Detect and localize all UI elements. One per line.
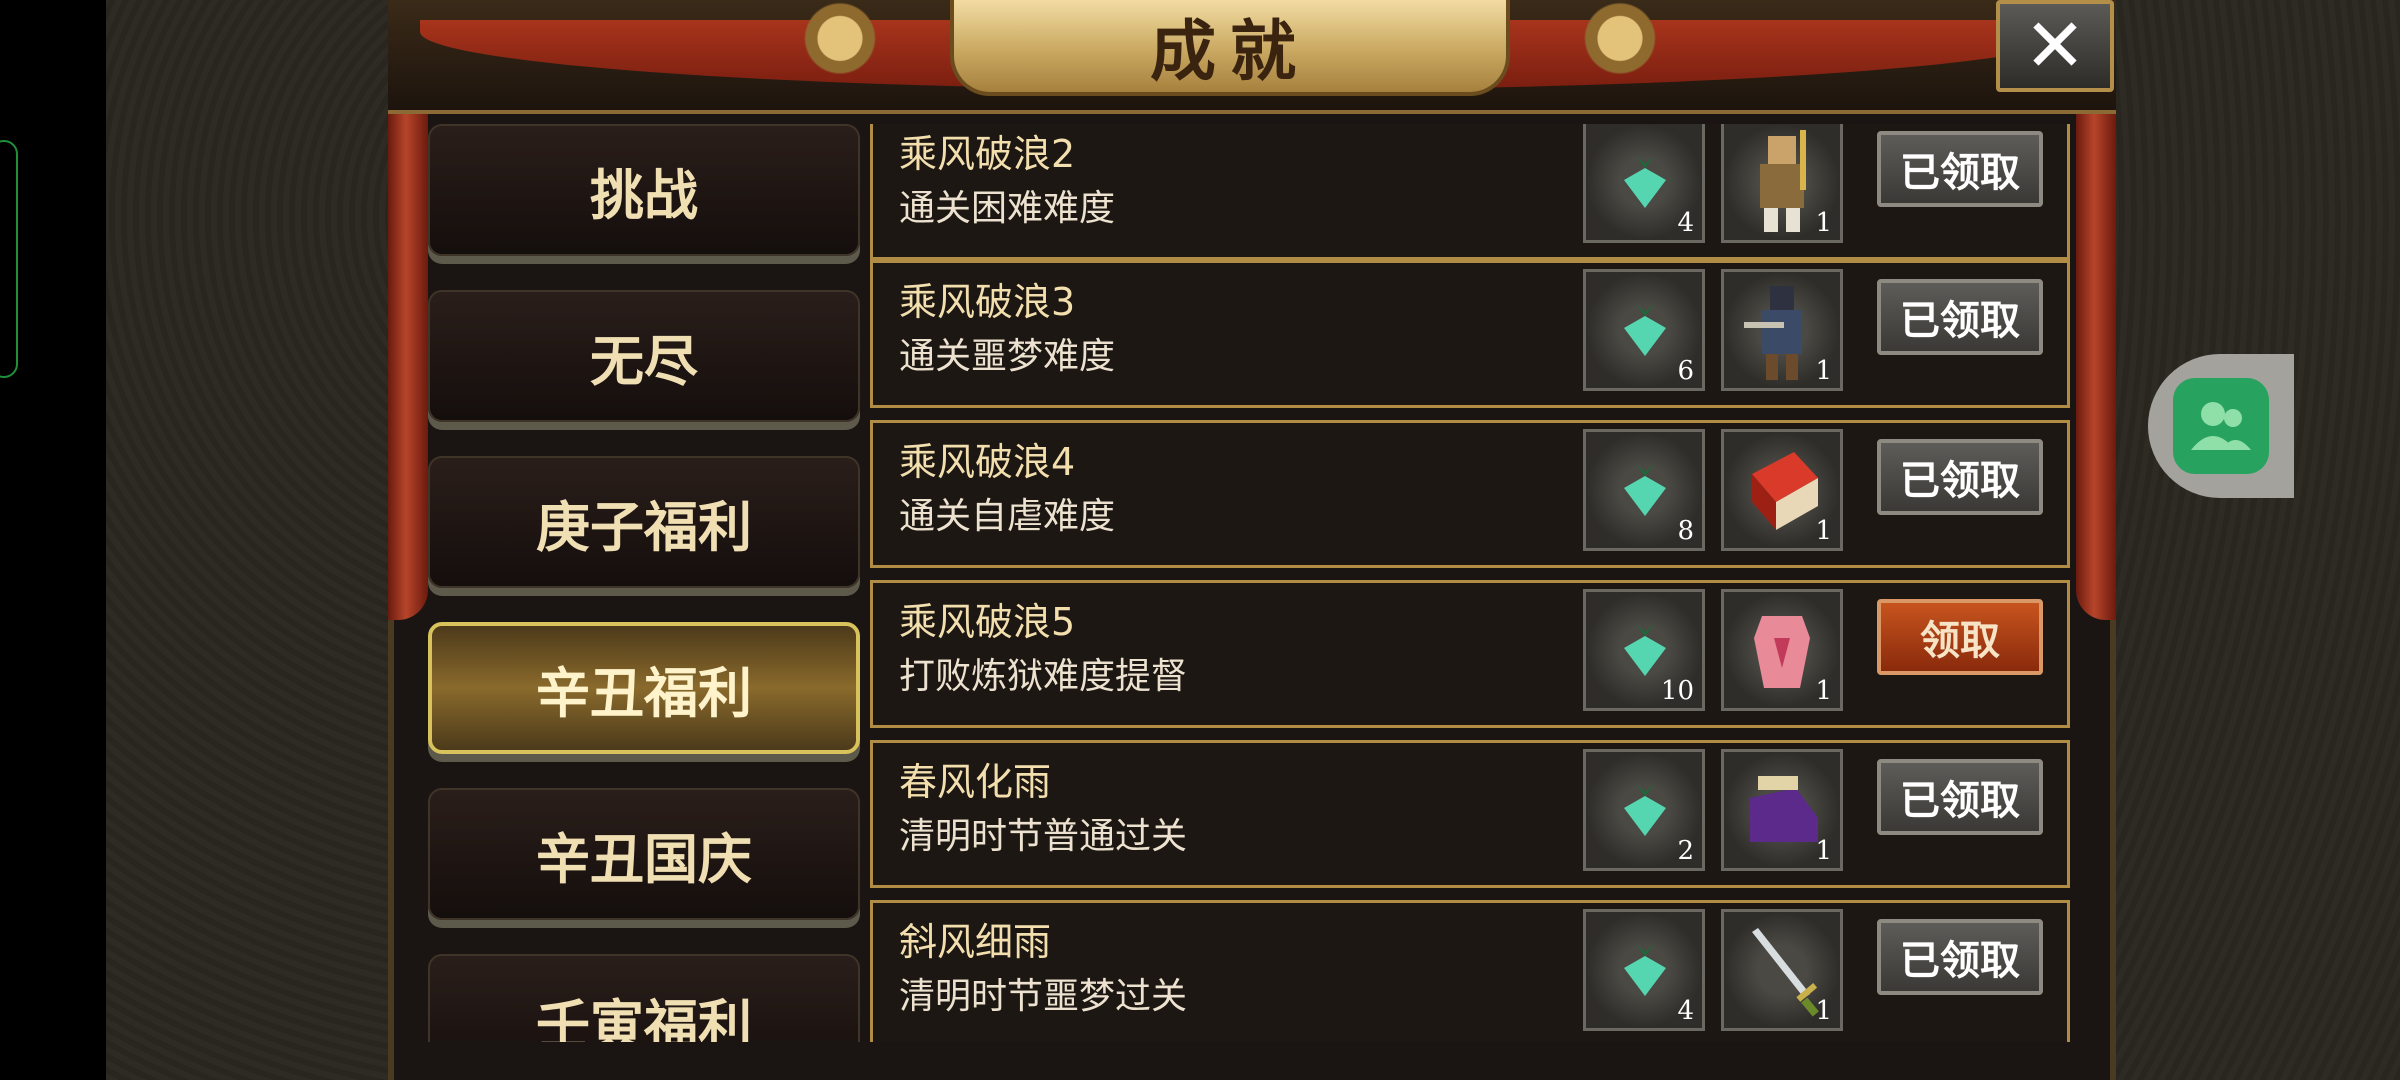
claim-button[interactable]: 领取 xyxy=(1877,599,2043,675)
menu-item-label: 挑战 xyxy=(590,163,698,227)
achievement-title: 斜风细雨 xyxy=(899,920,1052,964)
jade-gem-icon xyxy=(1624,944,1666,996)
reward-slot-jade[interactable]: 4 xyxy=(1583,124,1705,243)
reward-count: 6 xyxy=(1677,356,1694,386)
jade-gem-icon xyxy=(1624,624,1666,676)
menu-item-renyin-welfare[interactable]: 壬寅福利 xyxy=(428,954,860,1042)
achievement-description: 通关自虐难度 xyxy=(899,496,1116,537)
reward-slot-jade[interactable]: 10 xyxy=(1583,589,1705,711)
reward-count: 1 xyxy=(1815,676,1832,706)
screen-letterbox xyxy=(0,0,106,1080)
category-menu: 挑战 无尽 庚子福利 辛丑福利 辛丑国庆 壬寅福利 xyxy=(428,124,862,1042)
contacts-icon xyxy=(2173,378,2269,474)
achievement-title: 乘风破浪3 xyxy=(899,280,1076,324)
menu-item-label: 辛丑福利 xyxy=(536,661,752,725)
menu-item-challenge[interactable]: 挑战 xyxy=(428,124,860,256)
claimed-button[interactable]: 已领取 xyxy=(1877,919,2043,995)
achievement-description: 清明时节普通过关 xyxy=(899,816,1188,857)
reward-count: 1 xyxy=(1815,996,1832,1026)
right-ornament xyxy=(1560,0,1680,96)
menu-item-label: 无尽 xyxy=(590,329,698,393)
jade-gem-icon xyxy=(1624,464,1666,516)
achievement-row: 乘风破浪5 打败炼狱难度提督 10 1 领取 xyxy=(870,580,2070,728)
jade-gem-icon xyxy=(1624,784,1666,836)
reward-count: 1 xyxy=(1815,208,1832,238)
achievement-description: 通关困难难度 xyxy=(899,188,1116,229)
menu-item-gengzi-welfare[interactable]: 庚子福利 xyxy=(428,456,860,588)
achievement-list: 乘风破浪2 通关困难难度 4 1 已领取 乘风破浪3 通关噩梦难度 6 1 已领… xyxy=(868,124,2072,1042)
left-ornament xyxy=(780,0,900,96)
reward-count: 2 xyxy=(1677,836,1694,866)
achievement-title: 乘风破浪5 xyxy=(899,600,1076,644)
menu-item-label: 辛丑国庆 xyxy=(536,827,752,891)
reward-slot-jade[interactable]: 4 xyxy=(1583,909,1705,1031)
floating-assistant[interactable] xyxy=(2148,354,2294,498)
menu-item-xinchou-welfare[interactable]: 辛丑福利 xyxy=(428,622,860,754)
close-icon: ✕ xyxy=(2023,3,2086,89)
jade-gem-icon xyxy=(1624,304,1666,356)
achievement-title: 春风化雨 xyxy=(899,760,1052,804)
reward-slot-item[interactable]: 1 xyxy=(1721,269,1843,391)
reward-slot-jade[interactable]: 2 xyxy=(1583,749,1705,871)
reward-slot-jade[interactable]: 8 xyxy=(1583,429,1705,551)
achievement-description: 打败炼狱难度提督 xyxy=(899,656,1188,697)
achievement-row: 斜风细雨 清明时节噩梦过关 4 1 已领取 xyxy=(870,900,2070,1042)
claimed-button[interactable]: 已领取 xyxy=(1877,131,2043,207)
reward-slot-item[interactable]: 1 xyxy=(1721,589,1843,711)
claimed-button[interactable]: 已领取 xyxy=(1877,759,2043,835)
menu-item-xinchou-national-day[interactable]: 辛丑国庆 xyxy=(428,788,860,920)
menu-item-endless[interactable]: 无尽 xyxy=(428,290,860,422)
title-plate: 成就 xyxy=(950,0,1510,96)
edge-gesture-indicator xyxy=(0,140,18,378)
achievement-description: 清明时节噩梦过关 xyxy=(899,976,1188,1017)
close-button[interactable]: ✕ xyxy=(1996,0,2114,92)
reward-count: 1 xyxy=(1815,836,1832,866)
achievement-row: 乘风破浪2 通关困难难度 4 1 已领取 xyxy=(870,124,2070,260)
reward-slot-jade[interactable]: 6 xyxy=(1583,269,1705,391)
reward-count: 1 xyxy=(1815,356,1832,386)
page-title: 成就 xyxy=(1150,12,1310,90)
left-curtain xyxy=(388,60,428,620)
achievement-row: 乘风破浪3 通关噩梦难度 6 1 已领取 xyxy=(870,260,2070,408)
jade-gem-icon xyxy=(1624,156,1666,208)
reward-slot-item[interactable]: 1 xyxy=(1721,909,1843,1031)
claimed-button[interactable]: 已领取 xyxy=(1877,439,2043,515)
reward-count: 10 xyxy=(1660,676,1694,706)
reward-count: 4 xyxy=(1677,996,1694,1026)
right-curtain xyxy=(2076,60,2116,620)
achievement-title: 乘风破浪2 xyxy=(899,132,1076,176)
reward-slot-item[interactable]: 1 xyxy=(1721,749,1843,871)
reward-count: 8 xyxy=(1677,516,1694,546)
reward-slot-item[interactable]: 1 xyxy=(1721,429,1843,551)
achievement-title: 乘风破浪4 xyxy=(899,440,1076,484)
reward-count: 1 xyxy=(1815,516,1832,546)
achievement-description: 通关噩梦难度 xyxy=(899,336,1116,377)
reward-slot-item[interactable]: 1 xyxy=(1721,124,1843,243)
claimed-button[interactable]: 已领取 xyxy=(1877,279,2043,355)
menu-item-label: 壬寅福利 xyxy=(536,993,752,1043)
reward-count: 4 xyxy=(1677,208,1694,238)
achievement-row: 春风化雨 清明时节普通过关 2 1 已领取 xyxy=(870,740,2070,888)
menu-item-label: 庚子福利 xyxy=(536,495,752,559)
achievement-row: 乘风破浪4 通关自虐难度 8 1 已领取 xyxy=(870,420,2070,568)
